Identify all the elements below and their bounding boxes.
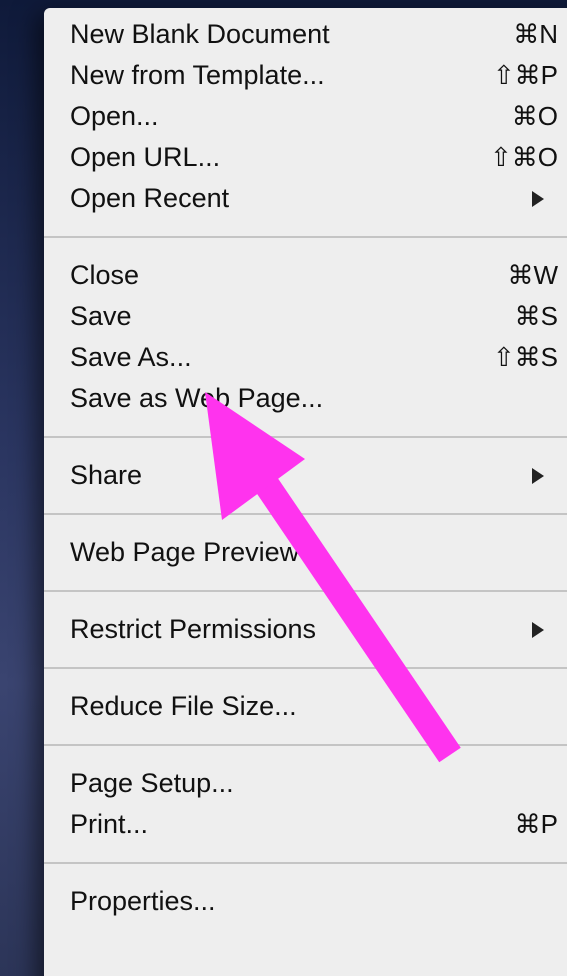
menu-item-label: Open Recent [70, 183, 230, 213]
menu-item-label: Save as Web Page... [70, 383, 324, 413]
menu-item-new-blank-document[interactable]: New Blank Document ⌘N [44, 14, 567, 55]
menu-item-label: Page Setup... [70, 768, 234, 798]
menu-item-shortcut: ⇧⌘S [492, 342, 558, 372]
menu-separator [44, 419, 567, 455]
menu-item-label: Save [70, 301, 132, 331]
menu-item-label: Restrict Permissions [70, 614, 317, 644]
menu-item-shortcut: ⇧⌘P [492, 60, 558, 90]
menu-item-shortcut: ⌘W [507, 260, 558, 290]
menu-item-label: Reduce File Size... [70, 691, 297, 721]
menu-item-label: Close [70, 260, 140, 290]
menu-item-label: New Blank Document [70, 19, 330, 49]
menu-item-open-recent[interactable]: Open Recent [44, 178, 567, 219]
file-menu: New Blank Document ⌘N New from Template.… [44, 8, 567, 976]
menu-item-shortcut: ⌘P [514, 809, 558, 839]
menu-item-page-setup[interactable]: Page Setup... [44, 763, 567, 804]
menu-separator [44, 650, 567, 686]
menu-item-shortcut: ⌘S [514, 301, 558, 331]
menu-item-save-as[interactable]: Save As... ⇧⌘S [44, 337, 567, 378]
menu-item-open[interactable]: Open... ⌘O [44, 96, 567, 137]
menu-item-label: Print... [70, 809, 149, 839]
menu-item-label: Properties... [70, 886, 216, 916]
menu-item-properties[interactable]: Properties... [44, 881, 567, 922]
menu-item-print[interactable]: Print... ⌘P [44, 804, 567, 845]
menu-separator [44, 219, 567, 255]
submenu-arrow-icon [532, 621, 544, 638]
menu-separator [44, 573, 567, 609]
menu-item-save[interactable]: Save ⌘S [44, 296, 567, 337]
menu-item-shortcut: ⌘N [513, 19, 558, 49]
menu-item-label: Share [70, 460, 143, 490]
menu-separator [44, 845, 567, 881]
menu-separator [44, 727, 567, 763]
menu-separator [44, 496, 567, 532]
menu-item-shortcut: ⌘O [511, 101, 558, 131]
menu-item-share[interactable]: Share [44, 455, 567, 496]
submenu-arrow-icon [532, 467, 544, 484]
menu-item-label: Web Page Preview [70, 537, 300, 567]
menu-item-web-page-preview[interactable]: Web Page Preview [44, 532, 567, 573]
menu-item-close[interactable]: Close ⌘W [44, 255, 567, 296]
menu-item-label: Open... [70, 101, 159, 131]
menu-item-save-as-web-page[interactable]: Save as Web Page... [44, 378, 567, 419]
submenu-arrow-icon [532, 190, 544, 207]
menu-item-shortcut: ⇧⌘O [489, 142, 558, 172]
menu-item-reduce-file-size[interactable]: Reduce File Size... [44, 686, 567, 727]
menu-item-open-url[interactable]: Open URL... ⇧⌘O [44, 137, 567, 178]
menu-item-restrict-permissions[interactable]: Restrict Permissions [44, 609, 567, 650]
menu-item-new-from-template[interactable]: New from Template... ⇧⌘P [44, 55, 567, 96]
